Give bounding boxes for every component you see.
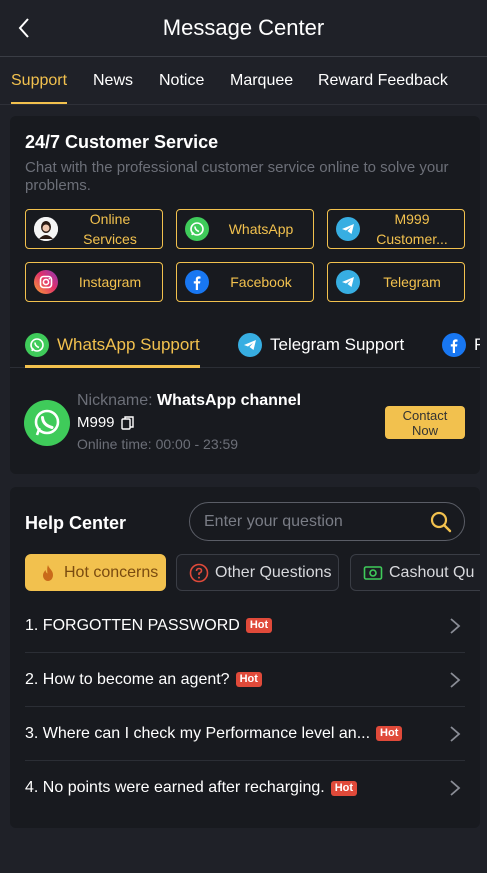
- nickname-row: Nickname: WhatsApp channel: [77, 392, 301, 410]
- tab-marquee[interactable]: Marquee: [230, 57, 293, 104]
- help-center-card: Help Center Hot concerns Other Questions…: [10, 487, 480, 828]
- instagram-icon: [34, 270, 58, 294]
- help-search-box: [189, 502, 465, 541]
- question-text: 1. FORGOTTEN PASSWORD: [25, 616, 240, 634]
- question-item[interactable]: 1. FORGOTTEN PASSWORD Hot: [25, 599, 465, 653]
- contact-now-button[interactable]: Contact Now: [385, 406, 465, 439]
- category-other-questions-label: Other Questions: [215, 563, 332, 581]
- search-icon[interactable]: [430, 511, 452, 533]
- facebook-label: Facebook: [230, 274, 292, 290]
- help-search-input[interactable]: [204, 503, 424, 540]
- whatsapp-icon: [185, 217, 209, 241]
- whatsapp-support-label: WhatsApp Support: [57, 335, 200, 354]
- chevron-left-icon: [18, 18, 29, 38]
- tab-reward-feedback[interactable]: Reward Feedback: [318, 57, 448, 104]
- contact-now-label-2: Now: [411, 422, 438, 438]
- online-time: Online time: 00:00 - 23:59: [77, 436, 239, 452]
- category-cashout-label: Cashout Qu: [389, 563, 475, 581]
- telegram-label: Telegram: [383, 274, 441, 290]
- online-services-label-2: Services: [83, 231, 137, 247]
- tab-whatsapp-support[interactable]: WhatsApp Support: [25, 322, 200, 368]
- top-tabs: Support News Notice Marquee Reward Feedb…: [0, 56, 487, 105]
- question-text: 3. Where can I check my Performance leve…: [25, 724, 371, 742]
- m999-label-1: M999: [394, 211, 430, 227]
- question-item[interactable]: 4. No points were earned after rechargin…: [25, 761, 465, 815]
- chevron-right-icon: [450, 780, 461, 796]
- help-center-title: Help Center: [25, 513, 127, 533]
- chevron-right-icon: [450, 618, 461, 634]
- tab-notice[interactable]: Notice: [159, 57, 204, 104]
- header: Message Center: [0, 0, 487, 56]
- tab-news[interactable]: News: [93, 57, 133, 104]
- telegram-button[interactable]: Telegram: [327, 262, 465, 302]
- channel-id: M999: [77, 414, 115, 431]
- channel-id-row: M999: [77, 414, 135, 431]
- facebook-button[interactable]: Facebook: [176, 262, 314, 302]
- category-hot-concerns-label: Hot concerns: [64, 563, 159, 581]
- whatsapp-icon: [24, 400, 70, 446]
- instagram-label: Instagram: [78, 274, 142, 290]
- telegram-icon: [336, 217, 360, 241]
- m999-customer-button[interactable]: M999 Customer...: [327, 209, 465, 249]
- whatsapp-button[interactable]: WhatsApp: [176, 209, 314, 249]
- hot-badge: Hot: [235, 672, 262, 687]
- question-icon: [189, 563, 209, 583]
- hot-badge: Hot: [376, 726, 403, 741]
- whatsapp-icon: [25, 333, 49, 357]
- hot-badge: Hot: [245, 618, 273, 633]
- chevron-right-icon: [450, 726, 461, 742]
- avatar-icon: [34, 217, 58, 241]
- telegram-support-label: Telegram Support: [270, 335, 405, 354]
- m999-label-2: Customer...: [376, 231, 448, 247]
- cash-icon: [363, 563, 383, 583]
- instagram-button[interactable]: Instagram: [25, 262, 163, 302]
- tab-support[interactable]: Support: [11, 57, 68, 104]
- question-item[interactable]: 2. How to become an agent? Hot: [25, 653, 465, 707]
- fire-icon: [38, 563, 58, 583]
- facebook-icon: [185, 270, 209, 294]
- question-item[interactable]: 3. Where can I check my Performance leve…: [25, 707, 465, 761]
- online-services-button[interactable]: Online Services: [25, 209, 163, 249]
- telegram-icon: [238, 333, 262, 357]
- contact-now-label-1: Contact: [402, 407, 448, 423]
- facebook-icon: [442, 333, 466, 357]
- category-hot-concerns[interactable]: Hot concerns: [25, 554, 166, 591]
- customer-service-card: 24/7 Customer Service Chat with the prof…: [10, 116, 480, 474]
- back-button[interactable]: [10, 14, 38, 42]
- category-cashout-questions[interactable]: Cashout Qu: [350, 554, 480, 591]
- hot-badge: Hot: [330, 780, 358, 796]
- tab-telegram-support[interactable]: Telegram Support: [238, 322, 404, 368]
- customer-service-title: 24/7 Customer Service: [25, 132, 219, 152]
- question-text: 2. How to become an agent?: [25, 670, 230, 688]
- page-title: Message Center: [162, 15, 325, 40]
- nickname-label: Nickname:: [77, 392, 153, 409]
- chevron-right-icon: [450, 672, 461, 688]
- category-other-questions[interactable]: Other Questions: [176, 554, 339, 591]
- whatsapp-label: WhatsApp: [228, 221, 294, 237]
- nickname-value: WhatsApp channel: [157, 392, 302, 409]
- facebook-support-label: F: [474, 335, 480, 354]
- copy-icon[interactable]: [120, 415, 135, 431]
- customer-service-description: Chat with the professional customer serv…: [25, 159, 449, 194]
- telegram-icon: [336, 270, 360, 294]
- online-services-label-1: Online: [89, 211, 131, 227]
- question-text: 4. No points were earned after rechargin…: [25, 779, 325, 796]
- support-tabs: WhatsApp Support Telegram Support F: [10, 322, 480, 368]
- tab-facebook-support[interactable]: F: [442, 322, 480, 368]
